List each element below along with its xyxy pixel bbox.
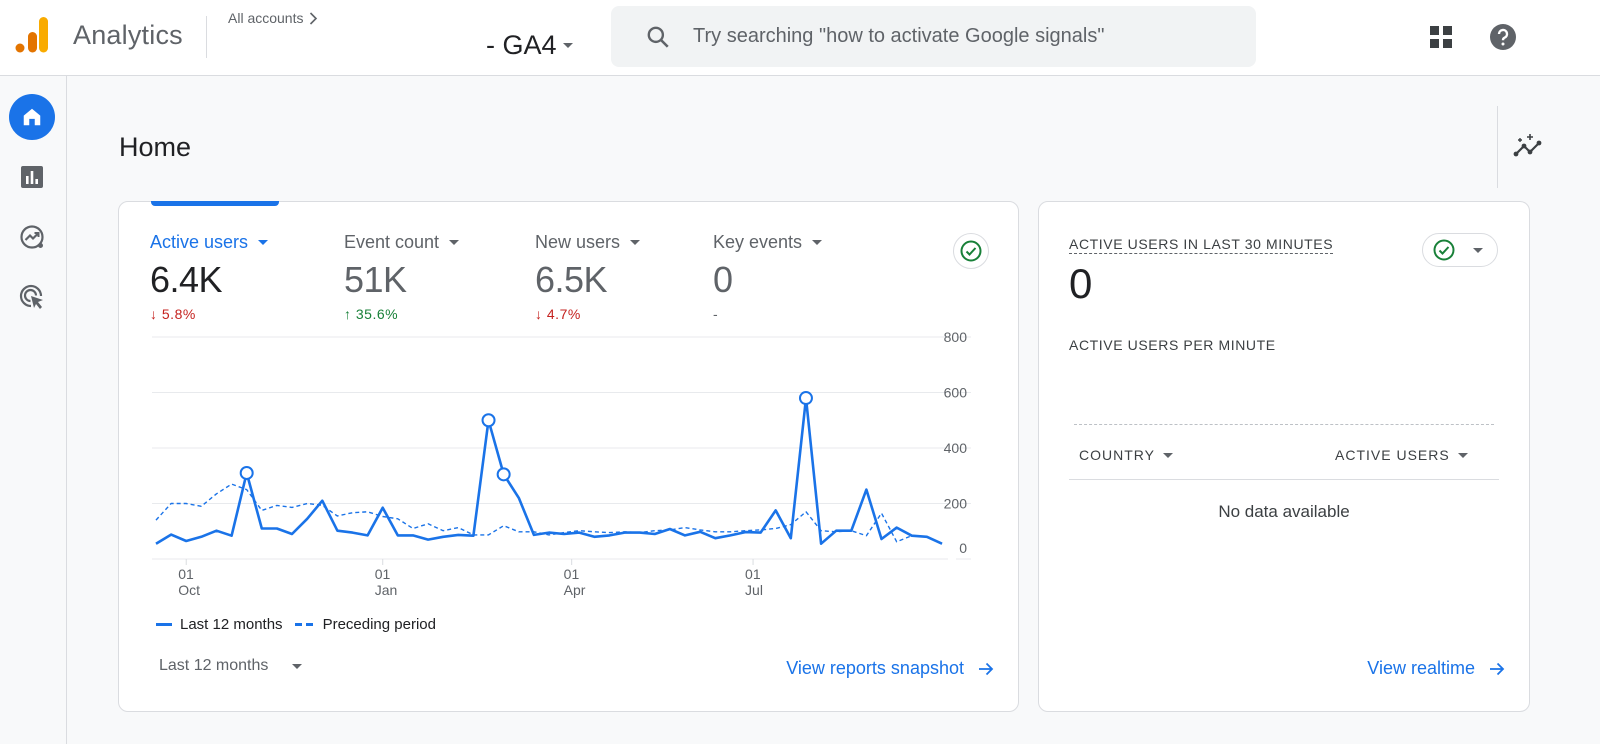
bar-chart-icon — [21, 166, 43, 188]
chevron-down-icon — [1457, 452, 1468, 458]
page-title: Home — [119, 132, 192, 162]
apps-grid-button[interactable] — [1426, 22, 1456, 52]
nav-advertising[interactable] — [9, 274, 55, 320]
y-tick-label: 0 — [959, 540, 967, 556]
check-circle-icon — [1433, 239, 1455, 261]
chevron-right-icon — [310, 11, 318, 25]
link-label: View reports snapshot — [786, 658, 964, 678]
help-icon — [1490, 24, 1516, 50]
chevron-down-icon — [1473, 247, 1483, 253]
realtime-status-dropdown[interactable] — [1422, 233, 1498, 267]
realtime-title[interactable]: ACTIVE USERS IN LAST 30 MINUTES — [1069, 236, 1334, 254]
per-minute-chart-empty-baseline — [1074, 424, 1494, 425]
x-tick-label-month: Jan — [375, 582, 398, 598]
nav-reports[interactable] — [9, 154, 55, 200]
apps-grid-icon — [1430, 26, 1452, 48]
search-input[interactable] — [693, 25, 1213, 48]
top-bar: Analytics All accounts - GA4 — [0, 0, 1600, 76]
realtime-table-header: COUNTRY ACTIVE USERS — [1069, 442, 1499, 480]
app-name: Analytics — [73, 20, 183, 50]
x-tick-label-day: 01 — [745, 566, 761, 582]
help-button[interactable] — [1488, 22, 1518, 52]
nav-explore[interactable] — [9, 214, 55, 260]
breadcrumb-label: All accounts — [228, 10, 304, 26]
anomaly-point-marker — [481, 413, 496, 428]
legend-swatch-solid — [156, 623, 172, 626]
anomaly-point-marker — [496, 467, 511, 482]
x-tick-label-month: Apr — [564, 582, 586, 598]
insights-sparkle-icon — [1513, 134, 1542, 157]
property-selector[interactable]: - GA4 — [486, 30, 573, 61]
date-range-dropdown[interactable]: Last 12 months — [159, 657, 303, 675]
right-divider — [1497, 106, 1498, 188]
property-name: - GA4 — [486, 30, 557, 60]
y-tick-label: 400 — [944, 440, 968, 456]
search-bar[interactable] — [611, 6, 1256, 67]
home-icon — [23, 108, 41, 126]
column-label: ACTIVE USERS — [1335, 447, 1450, 463]
explore-icon — [20, 225, 44, 249]
legend-swatch-dashed — [294, 623, 315, 626]
chevron-down-icon — [562, 43, 573, 48]
x-tick-label-day: 01 — [564, 566, 580, 582]
y-tick-label: 200 — [944, 496, 968, 512]
x-tick-label-day: 01 — [375, 566, 391, 582]
x-tick-label-month: Jul — [745, 582, 763, 598]
series-line-last-12-months — [155, 396, 943, 546]
realtime-card: ACTIVE USERS IN LAST 30 MINUTES 0 ACTIVE… — [1038, 201, 1530, 712]
left-nav — [0, 76, 67, 744]
anomaly-point-marker — [798, 391, 813, 406]
legend-label-last-12-months: Last 12 months — [180, 616, 283, 633]
view-reports-snapshot-link[interactable]: View reports snapshot — [786, 658, 994, 679]
x-tick-label-month: Oct — [178, 582, 200, 598]
advertising-icon — [19, 284, 43, 309]
arrow-right-icon — [1490, 662, 1505, 675]
series-line-preceding-period — [155, 483, 943, 545]
all-accounts-breadcrumb[interactable]: All accounts — [228, 10, 318, 26]
column-label: COUNTRY — [1079, 447, 1155, 463]
legend-label-preceding-period: Preceding period — [322, 616, 436, 633]
insights-button[interactable] — [1513, 132, 1543, 162]
chart-legend: Last 12 months Preceding period — [156, 616, 436, 633]
realtime-value: 0 — [1069, 260, 1093, 307]
nav-home[interactable] — [9, 94, 55, 140]
header-divider — [206, 16, 207, 58]
no-data-message: No data available — [1218, 502, 1350, 521]
realtime-subtitle: ACTIVE USERS PER MINUTE — [1069, 337, 1276, 353]
x-tick-label-day: 01 — [178, 566, 194, 582]
overview-card: Active users 6.4K ↓ 5.8% Event count 51K… — [118, 201, 1019, 712]
y-tick-label: 800 — [944, 329, 968, 345]
chevron-down-icon — [292, 663, 303, 669]
chevron-down-icon — [1162, 452, 1173, 458]
active-users-line-chart: 020040060080001Oct01Jan01Apr01Jul — [152, 329, 971, 598]
view-realtime-link[interactable]: View realtime — [1367, 658, 1505, 679]
column-header-active-users[interactable]: ACTIVE USERS — [1335, 447, 1468, 463]
y-tick-label: 600 — [944, 385, 968, 401]
arrow-right-icon — [979, 662, 994, 675]
anomaly-point-marker — [239, 465, 254, 480]
column-header-country[interactable]: COUNTRY — [1079, 447, 1173, 463]
link-label: View realtime — [1367, 658, 1475, 678]
search-icon — [647, 26, 669, 48]
analytics-logo-icon[interactable] — [14, 16, 50, 54]
date-range-label: Last 12 months — [159, 657, 269, 674]
